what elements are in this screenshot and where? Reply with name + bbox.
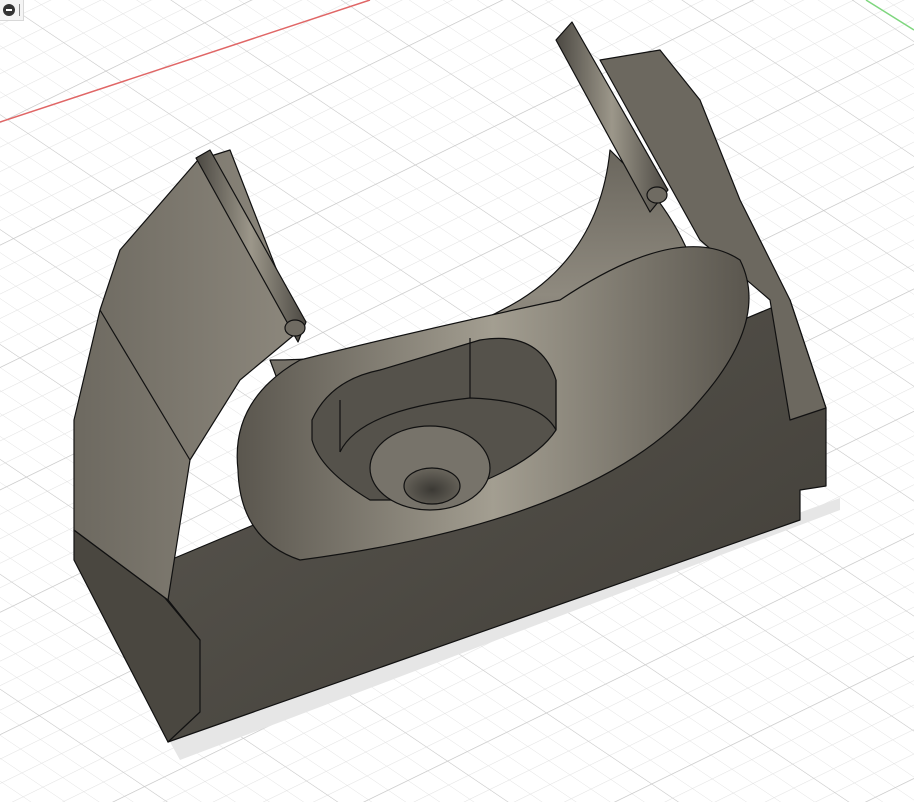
right-rail-end xyxy=(646,186,668,204)
widget-divider xyxy=(19,4,20,16)
left-rail-end xyxy=(284,319,306,337)
screw-hole[interactable] xyxy=(403,467,461,505)
collapse-icon[interactable] xyxy=(3,4,15,16)
3d-viewport[interactable] xyxy=(0,0,914,802)
viewport-canvas[interactable] xyxy=(0,0,914,802)
viewport-corner-widget[interactable] xyxy=(0,0,24,21)
